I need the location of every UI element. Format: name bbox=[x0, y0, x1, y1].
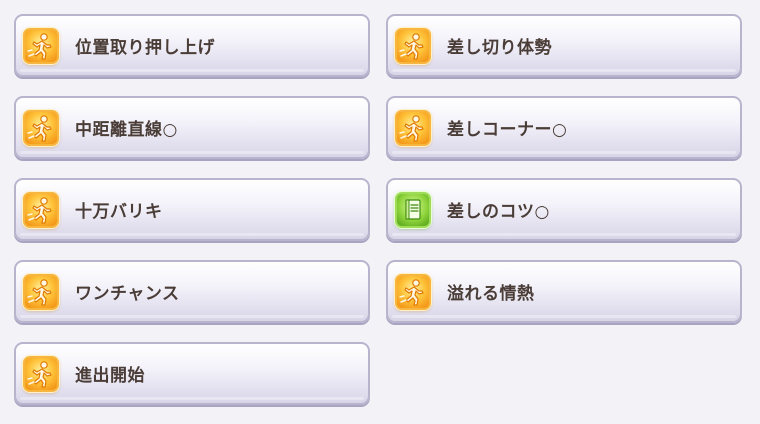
skill-item-4[interactable]: 差しコーナー○ bbox=[386, 96, 742, 159]
runner-icon bbox=[395, 109, 431, 146]
runner-icon bbox=[23, 27, 59, 64]
skill-item-9[interactable]: 進出開始 bbox=[14, 342, 370, 405]
skill-list: 位置取り押し上げ 差し切り体勢 中距離直線○ 差しコーナー○ 十万バリキ 差しの… bbox=[14, 14, 742, 405]
skill-item-8[interactable]: 溢れる情熱 bbox=[386, 260, 742, 323]
skill-item-1[interactable]: 位置取り押し上げ bbox=[14, 14, 370, 77]
skill-label: 差し切り体勢 bbox=[447, 38, 552, 58]
skill-label: ワンチャンス bbox=[75, 284, 180, 304]
runner-icon bbox=[395, 273, 431, 310]
skill-item-6[interactable]: 差しのコツ○ bbox=[386, 178, 742, 241]
skill-item-2[interactable]: 差し切り体勢 bbox=[386, 14, 742, 77]
skill-label: 進出開始 bbox=[75, 366, 145, 386]
skill-label: 差しのコツ○ bbox=[447, 202, 550, 222]
skill-label: 中距離直線○ bbox=[75, 120, 178, 140]
skill-item-5[interactable]: 十万バリキ bbox=[14, 178, 370, 241]
skill-item-7[interactable]: ワンチャンス bbox=[14, 260, 370, 323]
skill-label: 差しコーナー○ bbox=[447, 120, 568, 140]
runner-icon bbox=[23, 273, 59, 310]
book-icon bbox=[395, 191, 431, 228]
skill-label: 位置取り押し上げ bbox=[75, 38, 215, 58]
runner-icon bbox=[23, 109, 59, 146]
runner-icon bbox=[395, 27, 431, 64]
runner-icon bbox=[23, 355, 59, 392]
skill-label: 十万バリキ bbox=[75, 202, 163, 222]
runner-icon bbox=[23, 191, 59, 228]
skill-label: 溢れる情熱 bbox=[447, 284, 535, 304]
skill-item-3[interactable]: 中距離直線○ bbox=[14, 96, 370, 159]
